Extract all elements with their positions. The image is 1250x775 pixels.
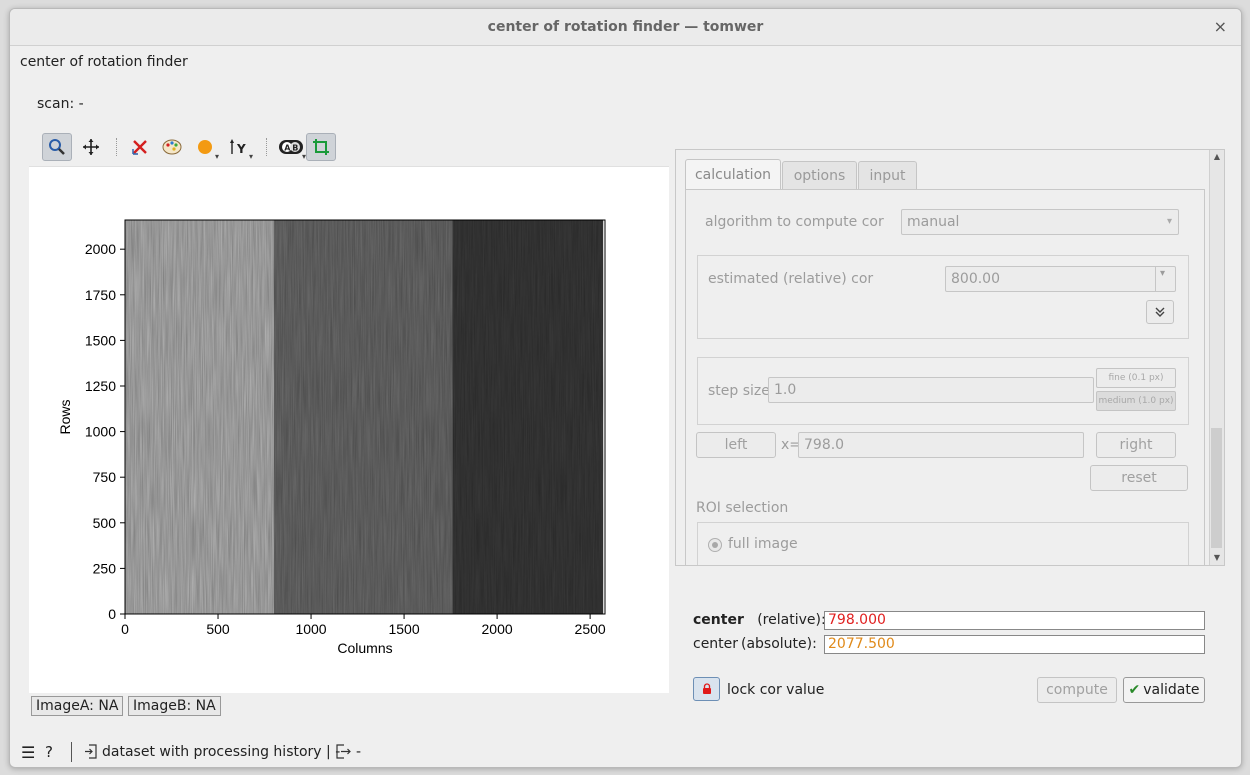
medium-step-button[interactable]: medium (1.0 px)	[1096, 391, 1176, 411]
x-tick-label: 500	[206, 621, 230, 637]
scroll-thumb[interactable]	[1211, 428, 1222, 548]
y-tick-label: 2000	[85, 241, 116, 257]
y-tick-label: 500	[93, 515, 117, 531]
tab-input[interactable]: input	[858, 161, 917, 189]
x-tick-label: 1000	[295, 621, 326, 637]
center-relative-text: (relative):	[757, 612, 826, 628]
tab-calculation-label: calculation	[694, 166, 772, 183]
algorithm-label: algorithm to compute cor	[705, 214, 884, 230]
toolbar-separator	[116, 138, 119, 156]
sinogram-plot[interactable]: 0 500 1000 1500 2000 2500 0 250 500 750 1000 1250 1…	[29, 166, 669, 693]
estimated-cor-group: estimated (relative) cor 800.00 ▾	[697, 255, 1189, 339]
image-b-badge: ImageB: NA	[128, 696, 221, 716]
center-relative-label: center (relative):	[693, 612, 826, 628]
fine-step-button[interactable]: fine (0.1 px)	[1096, 368, 1176, 388]
plot-toolbar: ▾ Y ▾ AB ▾	[29, 128, 669, 167]
widget-title: center of rotation finder	[20, 54, 188, 70]
output-status: -	[356, 744, 362, 760]
lock-icon[interactable]	[693, 677, 720, 701]
y-tick-label: 250	[93, 560, 117, 576]
axis-y-icon[interactable]: Y ▾	[225, 133, 255, 161]
pan-icon[interactable]	[76, 133, 106, 161]
status-bar: ☰ ? dataset with processing history | - …	[10, 738, 1241, 766]
step-size-group: step size 1.0 fine (0.1 px) medium (1.0 …	[697, 357, 1189, 425]
center-relative-value[interactable]: 798.000	[824, 611, 1205, 630]
menu-icon[interactable]: ☰	[21, 743, 35, 762]
vertical-scrollbar[interactable]: ▲ ▼	[1209, 150, 1224, 565]
compute-button[interactable]: compute	[1037, 677, 1117, 703]
algorithm-select[interactable]: manual	[901, 209, 1179, 235]
check-icon: ✔	[1128, 682, 1141, 698]
validate-label: validate	[1143, 682, 1200, 698]
texture-overlay	[125, 220, 604, 614]
y-tick-label: 1500	[85, 332, 116, 348]
step-size-label: step size	[708, 383, 770, 399]
settings-scroll-area[interactable]: calculation options input algorithm to c…	[675, 149, 1225, 566]
lock-cor-label: lock cor value	[727, 682, 825, 698]
y-tick-label: 1000	[85, 424, 116, 440]
y-axis-label: Rows	[57, 399, 73, 434]
dataset-status: dataset with processing history | -	[102, 744, 341, 760]
y-tick-label: 750	[93, 469, 117, 485]
center-absolute-text-1: center	[693, 636, 739, 652]
tab-options[interactable]: options	[782, 161, 857, 189]
output-dataset-icon	[336, 744, 351, 763]
colormap-icon[interactable]	[157, 133, 187, 161]
x-tick-label: 1500	[388, 621, 419, 637]
compare-icon[interactable]: AB ▾	[274, 133, 308, 161]
x-tick-label: 0	[121, 621, 129, 637]
mask-color-icon[interactable]: ▾	[191, 133, 221, 161]
crop-icon[interactable]	[306, 133, 336, 161]
calculation-panel: algorithm to compute cor manual estimate…	[685, 189, 1205, 565]
estimated-cor-label: estimated (relative) cor	[708, 271, 874, 287]
center-absolute-value[interactable]: 2077.500	[824, 635, 1205, 654]
toolbar-separator-2	[266, 138, 269, 156]
svg-text:B: B	[292, 144, 298, 153]
full-image-radio[interactable]	[708, 538, 722, 552]
roi-group: full image	[697, 522, 1189, 565]
center-absolute-label: center (absolute):	[693, 636, 817, 652]
main-window: center of rotation finder — tomwer × cen…	[9, 8, 1242, 768]
reset-zoom-icon[interactable]	[125, 133, 155, 161]
x-axis-label: Columns	[337, 640, 392, 656]
scroll-down-icon[interactable]: ▼	[1210, 551, 1224, 565]
tab-calculation[interactable]: calculation	[685, 159, 781, 189]
left-button[interactable]: left	[696, 432, 776, 458]
close-icon[interactable]: ×	[1214, 17, 1227, 36]
expand-icon[interactable]	[1146, 300, 1174, 324]
window-title: center of rotation finder — tomwer	[487, 19, 764, 35]
estimated-cor-dropdown-icon[interactable]: ▾	[1160, 268, 1165, 279]
scroll-up-icon[interactable]: ▲	[1210, 150, 1224, 164]
x-tick-label: 2000	[482, 621, 513, 637]
estimated-cor-input[interactable]: 800.00	[945, 266, 1176, 292]
right-button[interactable]: right	[1096, 432, 1176, 458]
svg-text:A: A	[284, 144, 291, 153]
input-dataset-icon	[84, 744, 98, 763]
center-absolute-text-2: (absolute):	[741, 636, 817, 652]
image-a-badge: ImageA: NA	[31, 696, 124, 716]
x-position-input[interactable]: 798.0	[798, 432, 1084, 458]
tab-input-label: input	[869, 167, 906, 184]
y-tick-label: 1750	[85, 287, 116, 303]
full-image-label: full image	[728, 536, 798, 552]
scan-label: scan: -	[37, 96, 84, 112]
status-divider	[71, 742, 72, 762]
tab-options-label: options	[793, 167, 846, 184]
x-tick-label: 2500	[575, 621, 606, 637]
reset-button[interactable]: reset	[1090, 465, 1188, 491]
help-icon[interactable]: ?	[45, 743, 53, 761]
zoom-icon[interactable]	[42, 133, 72, 161]
roi-selection-label: ROI selection	[696, 500, 789, 516]
svg-text:Y: Y	[236, 142, 246, 156]
validate-button[interactable]: ✔ validate	[1123, 677, 1205, 703]
step-size-input[interactable]: 1.0	[768, 377, 1094, 403]
y-tick-label: 0	[108, 606, 116, 622]
estimated-cor-divider	[1155, 267, 1156, 291]
center-relative-bold: center	[693, 612, 744, 628]
title-bar: center of rotation finder — tomwer ×	[10, 9, 1241, 46]
plot-panel: ▾ Y ▾ AB ▾ 0 500 1000 1500 2000 2500 0 2…	[29, 128, 669, 693]
y-tick-label: 1250	[85, 378, 116, 394]
